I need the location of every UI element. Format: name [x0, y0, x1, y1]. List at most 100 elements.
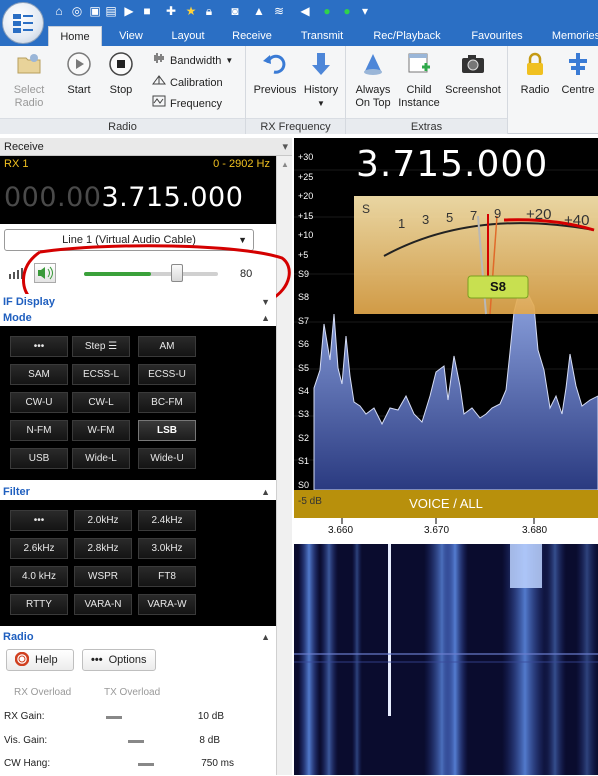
filter-panel: ••• 2.0kHz 2.4kHz 2.6kHz 2.8kHz 3.0kHz 4…: [0, 500, 276, 626]
radio-window-button[interactable]: Radio: [516, 50, 554, 97]
ribbon-group-label-extras: Extras: [346, 118, 507, 134]
bandwidth-button[interactable]: Bandwidth ▼: [152, 52, 233, 70]
select-radio-button[interactable]: Select Radio: [8, 50, 50, 110]
tab-memories[interactable]: Memories: [546, 26, 598, 46]
filter-2-4khz-button[interactable]: 2.4kHz: [138, 510, 196, 531]
collapse-icon[interactable]: ▲: [261, 484, 270, 500]
lifebuoy-icon[interactable]: ◎: [70, 4, 84, 18]
vis-gain-slider[interactable]: [128, 740, 144, 743]
always-on-top-button[interactable]: Always On Top: [350, 50, 396, 110]
mode-lsb-button[interactable]: LSB: [138, 420, 196, 441]
tab-home[interactable]: Home: [48, 26, 102, 46]
tab-favourites[interactable]: Favourites: [462, 26, 532, 46]
filter-2-8khz-button[interactable]: 2.8kHz: [74, 538, 132, 559]
screenshot-button[interactable]: Screenshot: [442, 50, 504, 97]
mode-n-fm-button[interactable]: N-FM: [10, 420, 68, 441]
panel-pin-icon[interactable]: ▾: [282, 138, 288, 156]
radio-section-header[interactable]: Radio ▲: [0, 629, 276, 645]
mode-bc-fm-button[interactable]: BC-FM: [138, 392, 196, 413]
camera-icon[interactable]: ◙: [228, 4, 242, 18]
spectrum-display[interactable]: 3.715.000 +30 +25 +20 +15 +10 +5 S9 S8 S7 S6 S5 S4 S…: [294, 138, 598, 540]
calendar-icon[interactable]: ▤: [104, 4, 118, 18]
filter-3-0khz-button[interactable]: 3.0kHz: [138, 538, 196, 559]
meter-scale-plus40: +40: [564, 212, 590, 229]
home-icon[interactable]: ⌂: [52, 4, 66, 18]
if-display-header[interactable]: IF Display ▼: [0, 294, 276, 310]
play-icon[interactable]: ▶: [122, 4, 136, 18]
db-scale-label: S3: [298, 409, 310, 420]
filter-vara-n-button[interactable]: VARA-N: [74, 594, 132, 615]
filter-rtty-button[interactable]: RTTY: [10, 594, 68, 615]
tab-view[interactable]: View: [108, 26, 154, 46]
calibration-button[interactable]: Calibration: [152, 74, 223, 92]
mode-am-button[interactable]: AM: [138, 336, 196, 357]
app-menu-button[interactable]: [2, 2, 44, 44]
start-button[interactable]: Start: [62, 50, 96, 97]
collapse-icon[interactable]: ▼: [261, 294, 270, 310]
drop-icon[interactable]: ▲: [252, 4, 266, 18]
tab-rec-playback[interactable]: Rec/Playback: [366, 26, 448, 46]
mode-w-fm-button[interactable]: W-FM: [72, 420, 130, 441]
ribbon-group-rx-frequency: Previous History ▼ RX Frequency: [246, 46, 346, 134]
mode-step-button[interactable]: Step ☰: [72, 336, 130, 357]
filter-2-6khz-button[interactable]: 2.6kHz: [10, 538, 68, 559]
tab-receive[interactable]: Receive: [224, 26, 280, 46]
add-icon[interactable]: ✚: [164, 4, 178, 18]
dropdown-icon[interactable]: ▾: [358, 4, 372, 18]
frequency-readout[interactable]: 000.003.715.000: [4, 182, 243, 213]
filter-4-0khz-button[interactable]: 4.0 kHz: [10, 566, 68, 587]
tab-layout[interactable]: Layout: [162, 26, 214, 46]
cw-hang-slider[interactable]: [138, 763, 154, 766]
rx-gain-slider[interactable]: [106, 716, 122, 719]
memory-icon[interactable]: ▣: [88, 4, 102, 18]
speaker-icon[interactable]: ◀: [298, 4, 312, 18]
star-icon[interactable]: ★: [184, 4, 198, 18]
mode-wide-u-button[interactable]: Wide-U: [138, 448, 196, 469]
filter-ft8-button[interactable]: FT8: [138, 566, 196, 587]
help-button[interactable]: Help: [6, 649, 74, 671]
mode-cw-l-button[interactable]: CW-L: [72, 392, 130, 413]
previous-button[interactable]: Previous: [252, 50, 298, 97]
lifebuoy-icon: [14, 651, 30, 669]
ribbon-group-radio: Select Radio Start Stop Bandwidth ▼ Cali…: [0, 46, 246, 134]
collapse-icon[interactable]: ▲: [261, 310, 270, 326]
mode-header[interactable]: Mode ▲: [0, 310, 276, 326]
options-button[interactable]: ••• Options: [82, 649, 156, 671]
filter-vara-w-button[interactable]: VARA-W: [138, 594, 196, 615]
receive-panel-header: Receive ▾: [0, 138, 292, 156]
db-scale-label: S4: [298, 386, 310, 396]
stop-icon[interactable]: ■: [140, 4, 154, 18]
db-scale-label: S5: [298, 362, 310, 373]
collapse-icon[interactable]: ▲: [261, 629, 270, 645]
filter-2-0khz-button[interactable]: 2.0kHz: [74, 510, 132, 531]
filter-wspr-button[interactable]: WSPR: [74, 566, 132, 587]
quick-access-toolbar: ⌂ ◎ ▣ ▤ ▶ ■ ✚ ★ 🔒︎ ◙ ▲ ≋ ◀ ● ● ▾: [0, 0, 598, 24]
cw-hang-label: CW Hang:: [4, 758, 51, 769]
mode-ecss-u-button[interactable]: ECSS-U: [138, 364, 196, 385]
history-button[interactable]: History ▼: [300, 50, 342, 110]
mode-wide-l-button[interactable]: Wide-L: [72, 448, 130, 469]
scroll-up-icon[interactable]: ▲: [281, 160, 289, 169]
frequency-display: RX 1 0 - 2902 Hz 000.003.715.000: [0, 156, 276, 224]
centre-button[interactable]: Centre: [558, 50, 598, 97]
mode-sam-button[interactable]: SAM: [10, 364, 68, 385]
mode-usb-button[interactable]: USB: [10, 448, 68, 469]
lock-icon[interactable]: 🔒︎: [202, 4, 216, 18]
wifi-icon[interactable]: ≋: [272, 4, 286, 18]
db-scale-label: S7: [298, 315, 310, 326]
mode-more-button[interactable]: •••: [10, 336, 68, 357]
filter-more-button[interactable]: •••: [10, 510, 68, 531]
stop-button[interactable]: Stop: [104, 50, 138, 97]
chevron-down-icon: ▼: [317, 99, 325, 108]
vis-gain-label: Vis. Gain:: [4, 735, 48, 746]
waterfall-display[interactable]: [294, 544, 598, 775]
status-light-2-icon: ●: [343, 4, 351, 18]
frequency-button[interactable]: Frequency: [152, 95, 222, 113]
filter-header[interactable]: Filter ▲: [0, 484, 276, 500]
child-instance-button[interactable]: Child Instance: [396, 50, 442, 110]
mode-ecss-l-button[interactable]: ECSS-L: [72, 364, 130, 385]
chevron-down-icon: ▼: [225, 56, 234, 65]
tab-transmit[interactable]: Transmit: [292, 26, 352, 46]
db-scale-label: S2: [298, 432, 310, 443]
mode-cw-u-button[interactable]: CW-U: [10, 392, 68, 413]
